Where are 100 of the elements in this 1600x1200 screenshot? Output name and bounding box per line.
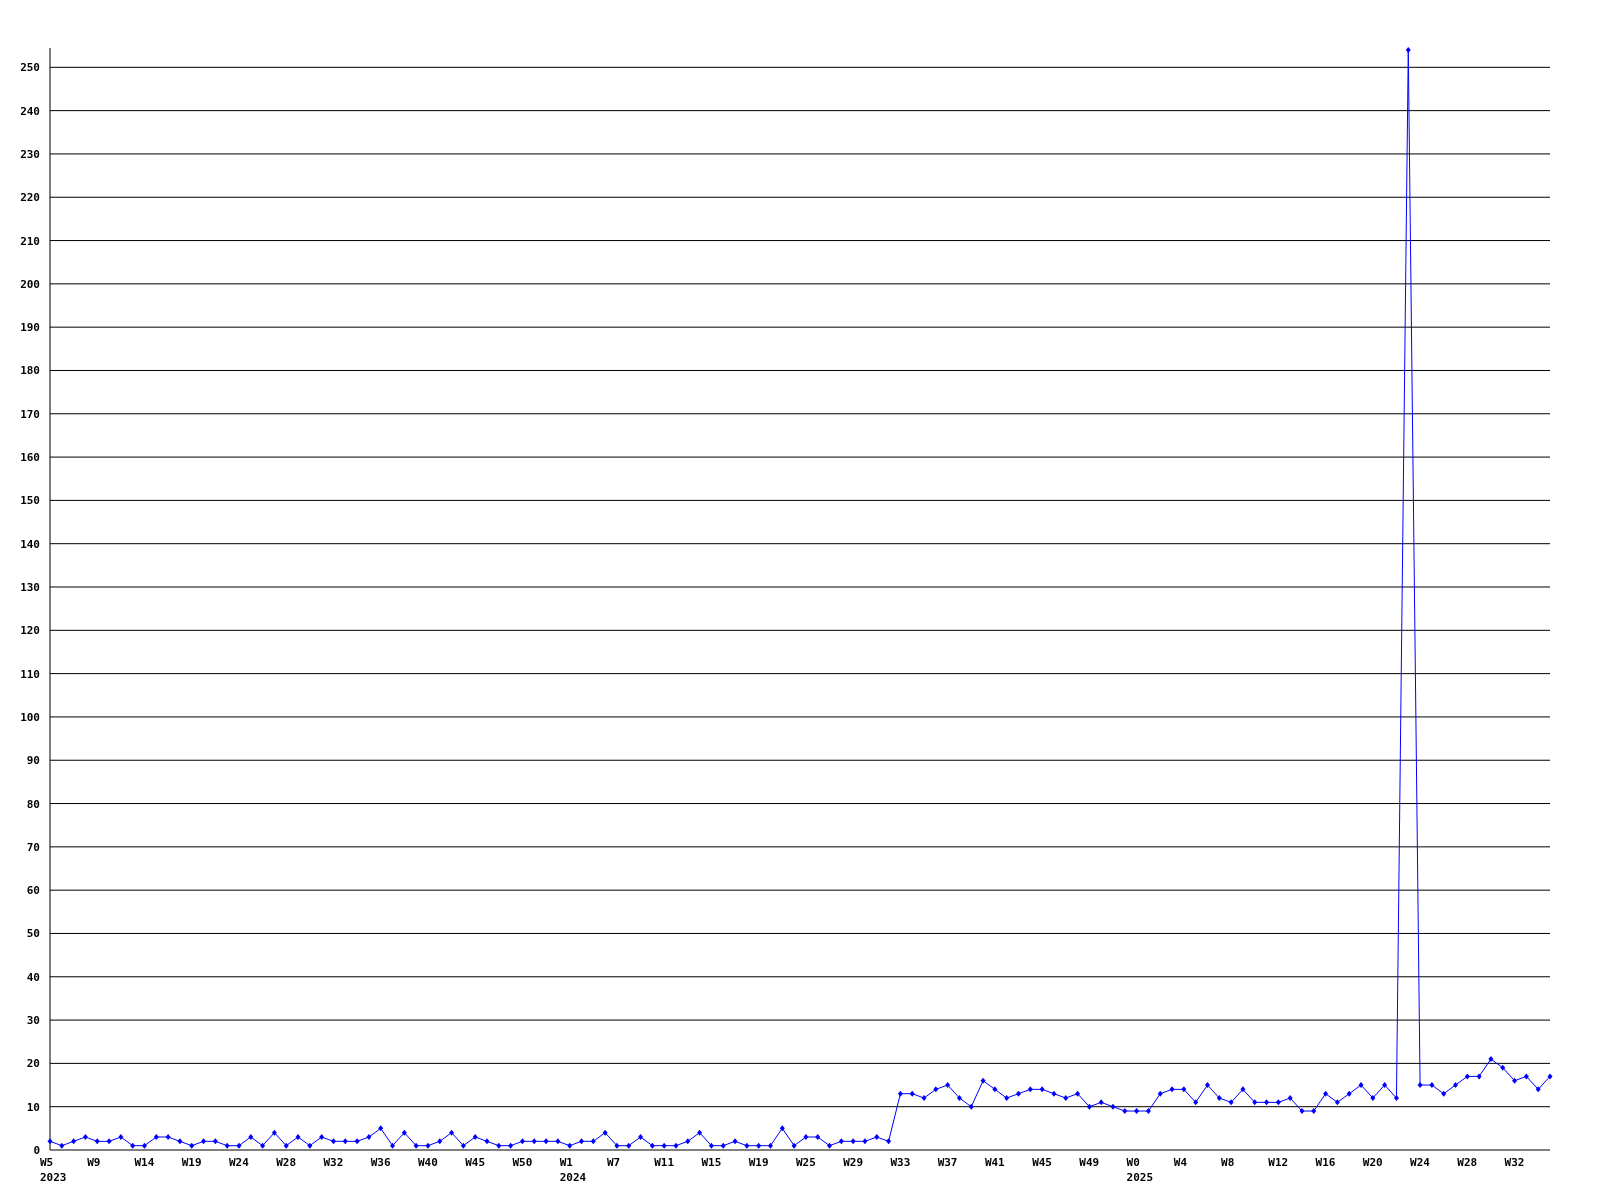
axis-tick-label: W15 <box>701 1156 722 1169</box>
data-point <box>791 1142 797 1149</box>
data-point <box>1299 1108 1305 1114</box>
data-point <box>1228 1099 1234 1106</box>
data-point <box>945 1082 951 1089</box>
data-point <box>1323 1090 1329 1097</box>
axis-tick-label: 210 <box>20 234 40 248</box>
data-point <box>1393 1095 1399 1102</box>
data-point <box>319 1134 325 1140</box>
data-point <box>1275 1099 1281 1106</box>
axis-tick-label: W36 <box>370 1156 391 1169</box>
data-point <box>590 1138 596 1145</box>
data-point <box>543 1138 549 1145</box>
data-point <box>449 1129 455 1136</box>
data-point <box>496 1142 502 1149</box>
axis-tick-label: 230 <box>20 147 40 161</box>
data-point <box>1287 1095 1293 1102</box>
data-point <box>614 1142 620 1149</box>
data-point <box>1016 1090 1021 1097</box>
data-point <box>1500 1064 1506 1071</box>
data-point <box>271 1129 277 1136</box>
axis-tick-label: W4 <box>1173 1156 1188 1169</box>
data-point <box>1535 1086 1541 1093</box>
axis-tick-label: W40 <box>417 1156 438 1169</box>
axis-tick-label: W24 <box>1410 1156 1430 1169</box>
data-point <box>295 1134 301 1140</box>
data-point <box>862 1138 868 1145</box>
axis-tick-label: W37 <box>937 1156 958 1169</box>
data-point <box>1417 1082 1423 1089</box>
axis-tick-label: 150 <box>20 494 40 508</box>
data-point <box>130 1142 136 1149</box>
data-point <box>626 1142 632 1149</box>
axis-tick-label: W32 <box>1504 1156 1525 1169</box>
data-point <box>472 1134 478 1140</box>
data-point <box>118 1134 124 1140</box>
data-point <box>1193 1099 1199 1106</box>
data-point <box>1547 1073 1553 1080</box>
data-point <box>897 1090 903 1097</box>
data-point <box>1075 1090 1081 1097</box>
axis-tick-label: W8 <box>1221 1156 1235 1169</box>
data-point <box>921 1095 927 1102</box>
data-point <box>673 1142 679 1149</box>
axis-tick-label: W25 <box>795 1156 816 1169</box>
data-point <box>886 1138 892 1145</box>
axis-tick-label: W19 <box>748 1156 769 1169</box>
axis-tick-label: W41 <box>984 1156 1005 1169</box>
axis-tick-label: 250 <box>20 61 40 75</box>
axis-tick-label: 120 <box>20 624 40 638</box>
data-point <box>827 1142 833 1149</box>
axis-tick-label: 240 <box>20 104 40 118</box>
data-point <box>1063 1095 1069 1102</box>
data-point <box>212 1138 218 1145</box>
data-point <box>1252 1099 1258 1106</box>
data-point <box>555 1138 561 1145</box>
axis-tick-label: 180 <box>20 364 40 378</box>
data-point <box>767 1142 773 1149</box>
axis-tick-label: 60 <box>26 884 40 898</box>
data-point <box>1370 1095 1376 1102</box>
axis-tick-label: W11 <box>654 1156 675 1169</box>
data-point <box>94 1138 100 1145</box>
data-point <box>1039 1086 1045 1093</box>
data-point <box>71 1138 77 1145</box>
axis-tick-label: W9 <box>87 1156 101 1169</box>
axis-tick-label: W33 <box>890 1156 911 1169</box>
data-point <box>1488 1056 1494 1063</box>
data-point <box>567 1142 573 1149</box>
axis-tick-label: 20 <box>26 1057 40 1071</box>
data-point <box>685 1138 691 1145</box>
data-point <box>401 1129 407 1136</box>
data-point <box>956 1095 962 1102</box>
axis-tick-label: 200 <box>20 277 40 291</box>
data-point <box>390 1142 395 1149</box>
data-point <box>484 1138 490 1145</box>
data-point <box>1145 1108 1151 1114</box>
data-point <box>106 1138 112 1145</box>
data-point <box>1169 1086 1175 1093</box>
data-point <box>307 1142 313 1149</box>
data-point <box>47 1138 53 1145</box>
data-point <box>1512 1077 1518 1084</box>
data-point <box>508 1142 514 1149</box>
axis-tick-label: 40 <box>26 970 40 984</box>
data-point <box>1429 1082 1435 1089</box>
data-point <box>838 1138 844 1145</box>
data-point <box>602 1129 608 1136</box>
data-point <box>260 1142 266 1149</box>
data-point <box>460 1142 466 1149</box>
axis-tick-label: W16 <box>1315 1156 1336 1169</box>
data-point <box>850 1138 856 1145</box>
axis-tick-label: W29 <box>843 1156 863 1169</box>
axis-tick-label: 10 <box>26 1100 40 1114</box>
axis-tick-label: 190 <box>20 321 40 335</box>
data-point <box>1216 1095 1222 1102</box>
data-point <box>1453 1082 1458 1089</box>
data-point <box>732 1138 738 1145</box>
data-point <box>1523 1073 1529 1080</box>
data-point <box>803 1134 809 1140</box>
axis-tick-label: 90 <box>26 754 40 768</box>
data-point <box>1086 1103 1092 1110</box>
data-point <box>756 1142 762 1149</box>
data-point <box>1476 1073 1482 1080</box>
